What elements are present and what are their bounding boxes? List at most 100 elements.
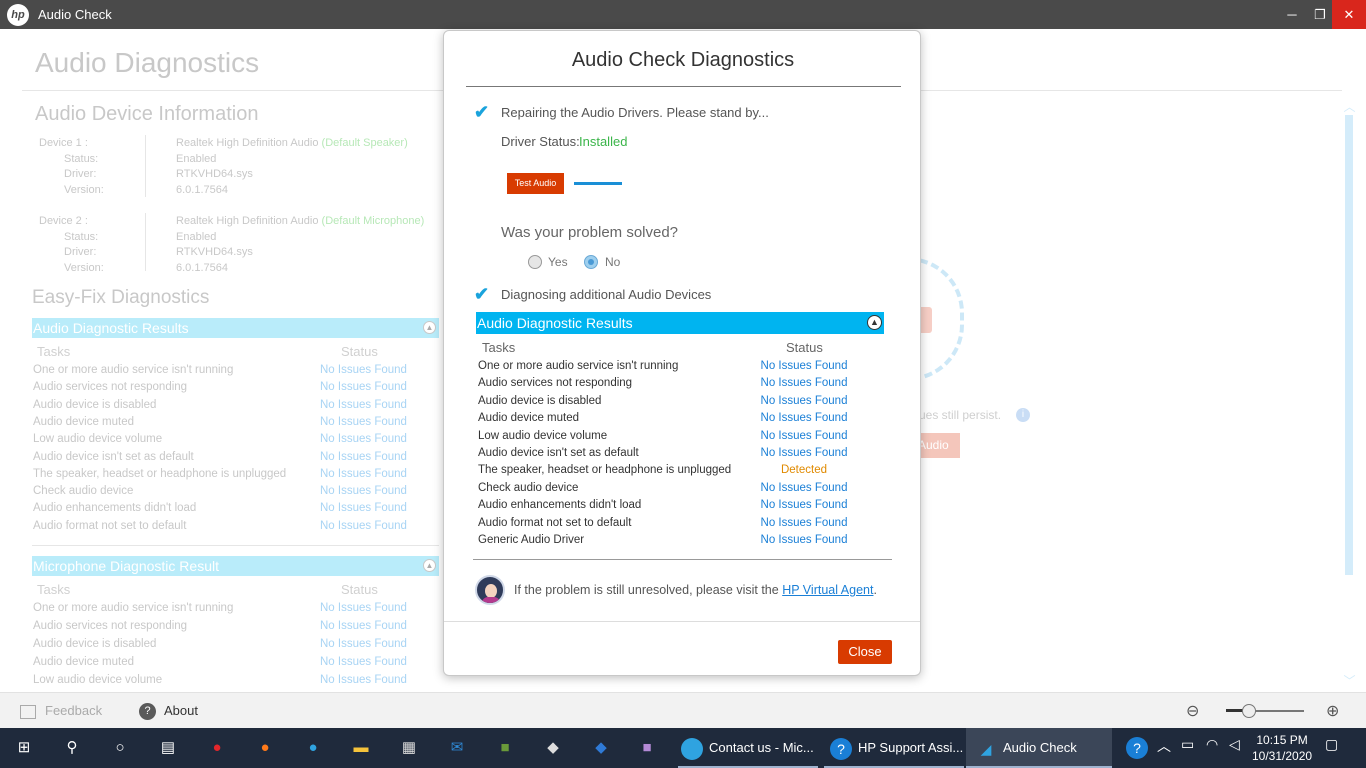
yes-label[interactable]: Yes <box>548 255 568 269</box>
diagnostics-dialog: Audio Check Diagnostics ✔ Repairing the … <box>443 30 921 676</box>
wifi-icon[interactable]: ◠ <box>1206 736 1218 753</box>
volume-icon[interactable]: ◁ <box>1229 736 1240 753</box>
task-label: Audio device muted <box>33 415 135 428</box>
device1-version-label: Version: <box>64 184 104 196</box>
firefox-icon[interactable]: ● <box>253 736 277 760</box>
search-icon[interactable]: ⚲ <box>60 736 84 760</box>
diagnose-step-text: Diagnosing additional Audio Devices <box>501 287 712 302</box>
edge-icon[interactable]: ● <box>301 736 325 760</box>
zoom-out-icon[interactable]: ⊖ <box>1186 701 1204 720</box>
tasks-header: Tasks <box>482 340 516 355</box>
test-audio-button[interactable]: Test Audio <box>507 173 564 194</box>
chevron-up-icon[interactable]: ▲ <box>423 559 436 572</box>
task-status: No Issues Found <box>760 481 848 494</box>
taskbar-app-label: Contact us - Mic... <box>709 740 814 755</box>
device2-driver-label: Driver: <box>64 246 97 258</box>
minecraft-icon[interactable]: ■ <box>493 736 517 760</box>
no-radio[interactable] <box>584 255 598 269</box>
task-label: The speaker, headset or headphone is unp… <box>478 464 732 477</box>
task-status: No Issues Found <box>760 360 848 372</box>
edge-icon <box>681 737 703 760</box>
clock[interactable]: 10:15 PM 10/31/2020 <box>1252 732 1312 764</box>
store-icon[interactable]: ▦ <box>397 736 421 760</box>
task-status: No Issues Found <box>760 516 848 529</box>
device1-driver-label: Driver: <box>64 168 97 180</box>
notifications-icon[interactable]: ▢ <box>1325 736 1338 753</box>
mic-results-header[interactable]: Microphone Diagnostic Result ▲ <box>32 556 439 576</box>
windows-start-icon[interactable]: ⊞ <box>12 736 36 760</box>
mic-results-title: Microphone Diagnostic Result <box>33 558 219 574</box>
task-label: Audio device muted <box>478 412 580 425</box>
task-status: No Issues Found <box>320 602 407 614</box>
scroll-up-icon[interactable]: ︿ <box>1343 101 1356 113</box>
status-header: Status <box>341 582 378 597</box>
divider <box>473 559 892 560</box>
no-label[interactable]: No <box>605 255 620 269</box>
task-label: Generic Audio Driver <box>478 534 585 546</box>
problem-solved-question: Was your problem solved? <box>501 224 679 241</box>
device1-header: Device 1 : <box>39 137 88 149</box>
task-label: Audio format not set to default <box>478 516 632 529</box>
task-status: No Issues Found <box>320 502 407 515</box>
task-label: Audio format not set to default <box>33 519 187 532</box>
vertical-scrollbar[interactable]: ︿ ﹀ <box>1343 99 1356 689</box>
chevron-up-icon[interactable]: ▲ <box>423 321 436 334</box>
roblox-icon[interactable]: ◆ <box>541 736 565 760</box>
mail-icon[interactable]: ✉ <box>445 736 469 760</box>
scroll-down-icon[interactable]: ﹀ <box>1343 675 1356 687</box>
feedback-button[interactable]: Feedback <box>20 703 102 719</box>
taskbar-app-hp-support[interactable]: ? HP Support Assi... <box>824 728 964 768</box>
zoom-slider-thumb[interactable] <box>1242 704 1256 718</box>
chevron-up-icon[interactable]: ▲ <box>867 315 882 330</box>
task-status: No Issues Found <box>320 656 407 668</box>
task-status: No Issues Found <box>320 485 407 498</box>
task-status: No Issues Found <box>320 433 407 446</box>
zoom-in-icon[interactable]: ⊕ <box>1326 701 1344 720</box>
close-window-button[interactable]: ✕ <box>1332 0 1366 29</box>
taskbar-app-edge[interactable]: Contact us - Mic... <box>678 728 818 768</box>
zoom-slider[interactable] <box>1226 709 1304 712</box>
task-label: One or more audio service isn't running <box>33 364 234 376</box>
hp-logo-icon: hp <box>7 4 29 26</box>
unresolved-text: If the problem is still unresolved, plea… <box>514 583 877 597</box>
checkmark-icon: ✔ <box>474 102 490 122</box>
file-explorer-icon[interactable]: ▬ <box>349 736 373 760</box>
cortana-icon[interactable]: ○ <box>108 736 132 760</box>
hp-support-tray-icon[interactable]: ? <box>1126 737 1148 759</box>
audio-results-header[interactable]: Audio Diagnostic Results ▲ <box>32 318 439 338</box>
close-button[interactable]: Close <box>838 640 892 664</box>
results-header[interactable]: Audio Diagnostic Results ▲ <box>476 312 884 334</box>
game-icon[interactable]: ■ <box>635 736 659 760</box>
opera-icon[interactable]: ● <box>205 736 229 760</box>
status-bar: Feedback ? About ⊖ ⊕ <box>0 692 1366 728</box>
info-icon[interactable]: i <box>1016 408 1030 422</box>
task-status: No Issues Found <box>320 450 407 463</box>
device1-version: 6.0.1.7564 <box>176 184 228 196</box>
divider <box>444 621 920 622</box>
tasks-header: Tasks <box>37 582 71 597</box>
device1-status: Enabled <box>176 153 217 165</box>
about-button[interactable]: ? About <box>139 703 198 721</box>
window-title: Audio Check <box>38 7 112 22</box>
chevron-up-icon[interactable]: ︿ <box>1157 736 1171 756</box>
taskbar-app-label: HP Support Assi... <box>858 740 964 755</box>
task-status: No Issues Found <box>320 638 407 650</box>
taskbar-app-label: Audio Check <box>1003 740 1077 755</box>
task-label: Audio device isn't set as default <box>33 450 194 463</box>
task-status: No Issues Found <box>760 412 848 425</box>
yes-radio[interactable] <box>528 255 542 269</box>
test-audio-indicator <box>574 182 622 185</box>
divider <box>145 213 146 271</box>
title-bar: hp Audio Check ─ ❐ ✕ <box>0 0 1366 29</box>
device1-name: Realtek High Definition Audio (Default S… <box>176 137 408 149</box>
task-label: Low audio device volume <box>33 433 163 446</box>
roblox-studio-icon[interactable]: ◆ <box>589 736 613 760</box>
taskbar-app-audio-check[interactable]: ◢ Audio Check <box>966 728 1112 768</box>
task-label: Audio device is disabled <box>478 394 602 407</box>
hp-virtual-agent-link[interactable]: HP Virtual Agent <box>782 583 873 597</box>
scroll-thumb[interactable] <box>1345 115 1353 575</box>
status-header: Status <box>341 344 378 359</box>
battery-icon[interactable]: ▭ <box>1181 736 1194 753</box>
task-view-icon[interactable]: ▤ <box>156 736 180 760</box>
checkmark-icon: ✔ <box>474 284 490 304</box>
